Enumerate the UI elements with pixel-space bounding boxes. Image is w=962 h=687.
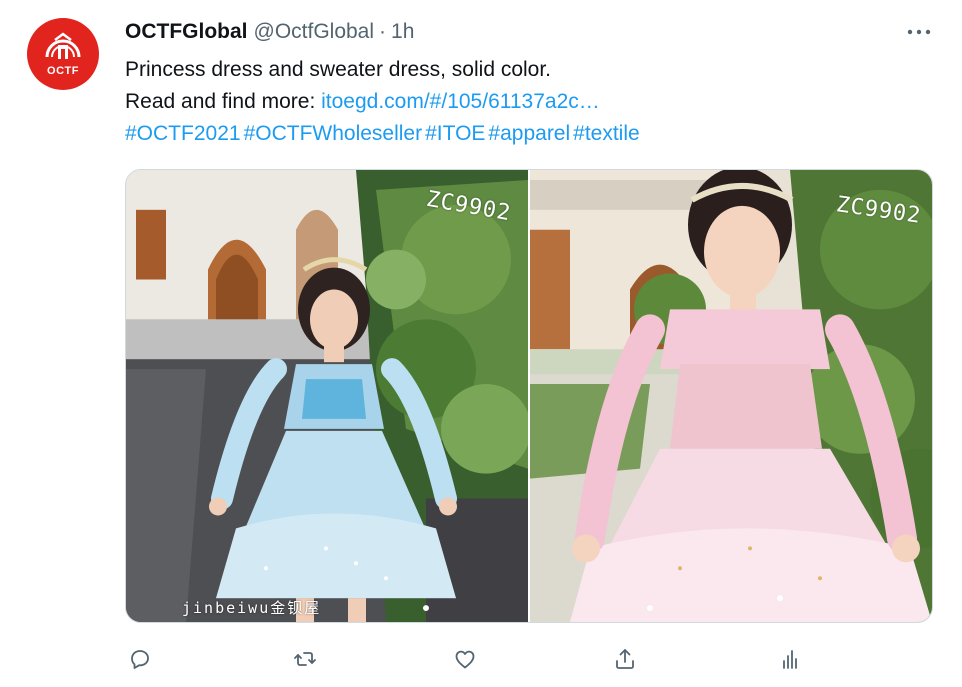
separator: · [379,20,387,43]
tweet-photo[interactable]: ZC9902 [530,170,932,622]
like-icon [455,650,475,669]
analytics-icon [783,650,797,669]
timestamp[interactable]: 1h [391,20,414,44]
avatar[interactable]: OCTF [27,18,99,90]
hashtag-line: #OCTF2021 #OCTFWholeseller #ITOE #apparel #t… [125,118,643,150]
hashtag-link[interactable]: #OCTF2021 [125,122,241,145]
read-more-label: Read and find more: [125,90,322,113]
reply-icon [131,650,149,669]
tweet-text: Princess dress and sweater dress, solid … [125,54,643,150]
share-icon [616,649,634,669]
share-button[interactable] [610,644,640,674]
analytics-button[interactable] [775,644,805,674]
hashtag-link[interactable]: #apparel [488,122,570,145]
more-horizontal-icon [907,29,931,35]
tweet: OCTF OCTFGlobal @OctfGlobal · 1h Princes… [0,0,962,687]
avatar-label: OCTF [47,65,79,77]
user-handle[interactable]: @OctfGlobal [254,20,375,44]
retweet-icon [294,652,316,666]
tweet-photo[interactable]: ZC9902 jinbeiwu金钡屋 [126,170,528,622]
more-button[interactable] [904,18,934,46]
read-more-line: Read and find more: itoegd.com/#/105/611… [125,86,643,118]
hashtag-link[interactable]: #OCTFWholeseller [244,122,423,145]
photo-watermark: jinbeiwu金钡屋 [182,599,322,617]
logo-icon [45,32,81,59]
media-grid: ZC9902 jinbeiwu金钡屋 ZC9902 [125,169,933,623]
like-button[interactable] [450,644,480,674]
hashtag-link[interactable]: #ITOE [425,122,485,145]
reply-button[interactable] [125,644,155,674]
tweet-text-line: Princess dress and sweater dress, solid … [125,58,552,81]
display-name[interactable]: OCTFGlobal [125,20,248,44]
photo-blue-dress [126,170,528,622]
tweet-header: OCTFGlobal @OctfGlobal · 1h [125,19,414,45]
photo-pink-dress [530,170,932,622]
hashtag-link[interactable]: #textile [573,122,640,145]
retweet-button[interactable] [290,644,320,674]
tweet-link[interactable]: itoegd.com/#/105/61137a2c… [321,90,600,113]
action-bar [125,644,815,674]
